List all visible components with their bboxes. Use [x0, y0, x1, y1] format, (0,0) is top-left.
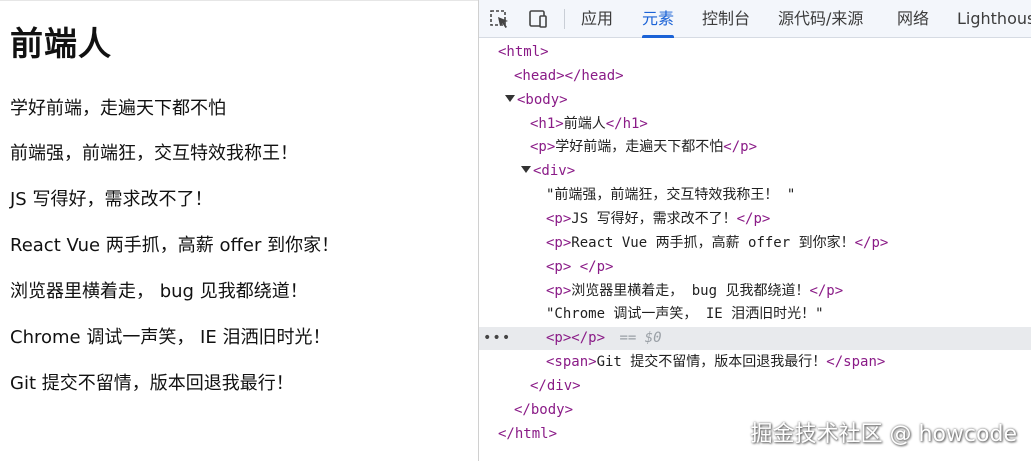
dom-text-node[interactable]: "前端强，前端狂，交互特效我称王！ " [479, 184, 1031, 207]
node-text: 学好前端，走遍天下都不怕 [555, 139, 724, 155]
tag-text: <body> [517, 92, 568, 108]
tag-text: <div> [533, 163, 576, 179]
paragraph-2: 前端强，前端狂，交互特效我称王！ [10, 143, 298, 164]
tag-open: <p> [546, 235, 572, 251]
paragraph-3: JS 写得好，需求改不了！ [10, 189, 213, 210]
expand-triangle-icon[interactable] [505, 94, 515, 102]
tag-close: </p> [854, 235, 889, 251]
selected-node-marker: == $0 [619, 330, 662, 346]
tag-close: </p> [571, 330, 606, 346]
dom-node-body-open[interactable]: <body> [479, 89, 1031, 112]
tab-console[interactable]: 控制台 [702, 0, 750, 38]
tag-text: </body> [514, 402, 574, 418]
node-text: "前端强，前端狂，交互特效我称王！ " [546, 187, 796, 203]
tab-network[interactable]: 网络 [897, 0, 929, 38]
dom-node-div-close[interactable]: </div> [479, 375, 1031, 398]
tag-close: </span> [826, 354, 886, 370]
paragraph-1: 学好前端，走遍天下都不怕 [10, 98, 226, 119]
dom-node-p[interactable]: <p>React Vue 两手抓，高薪 offer 到你家！</p> [479, 232, 1031, 255]
dom-node-h1[interactable]: <h1>前端人</h1> [479, 113, 1031, 136]
paragraph-5: 浏览器里横着走， bug 见我都绕道！ [10, 281, 308, 302]
tag-text: <head></head> [514, 68, 624, 84]
dom-node-head[interactable]: <head></head> [479, 65, 1031, 88]
node-text: 浏览器里横着走， bug 见我都绕道！ [571, 283, 810, 299]
inspect-element-icon[interactable] [489, 9, 511, 29]
tag-text: </div> [530, 378, 581, 394]
span-text: Git 提交不留情，版本回退我最行！ [10, 373, 294, 394]
tag-open: <p> [546, 283, 572, 299]
paragraph-4: React Vue 两手抓，高薪 offer 到你家！ [10, 235, 340, 256]
tag-close: </p> [736, 211, 771, 227]
tag-open: <p> [546, 259, 572, 275]
more-options-icon[interactable]: ••• [483, 327, 511, 350]
tab-application[interactable]: 应用 [581, 0, 613, 38]
node-text: 前端人 [563, 116, 606, 132]
tag-text: </html> [498, 426, 558, 442]
devtools-panel: 应用 元素 控制台 源代码/来源 网络 Lighthouse <html> <h… [478, 0, 1031, 461]
tag-close: </p> [809, 283, 844, 299]
dom-tree: <html> <head></head> <body> <h1>前端人</h1>… [479, 38, 1031, 461]
tag-open: <span> [546, 354, 597, 370]
tab-elements[interactable]: 元素 [642, 0, 675, 38]
tag-open: <p> [530, 139, 556, 155]
tag-close: </p> [579, 259, 614, 275]
tag-close: </h1> [605, 116, 648, 132]
node-text: JS 写得好，需求改不了！ [571, 211, 737, 227]
dom-node-div-open[interactable]: <div> [479, 160, 1031, 183]
toolbar-divider [564, 9, 565, 29]
devtools-toolbar: 应用 元素 控制台 源代码/来源 网络 Lighthouse [479, 0, 1031, 38]
paragraph-6: Chrome 调试一声笑， IE 泪洒旧时光！ [10, 327, 331, 348]
node-text: React Vue 两手抓，高薪 offer 到你家！ [571, 235, 855, 251]
node-text: Git 提交不留情，版本回退我最行！ [596, 354, 827, 370]
watermark: 掘金技术社区 @ howcode [750, 422, 1017, 447]
node-text [571, 259, 579, 275]
dom-node-p-selected[interactable]: ••• <p></p> == $0 [479, 327, 1031, 350]
dom-node-p[interactable]: <p>浏览器里横着走， bug 见我都绕道！</p> [479, 280, 1031, 303]
dom-node-p[interactable]: <p>学好前端，走遍天下都不怕</p> [479, 136, 1031, 159]
dom-node-html-open[interactable]: <html> [479, 41, 1031, 64]
dom-text-node[interactable]: "Chrome 调试一声笑， IE 泪洒旧时光！" [479, 303, 1031, 326]
tag-close: </p> [723, 139, 758, 155]
tag-open: <h1> [530, 116, 564, 132]
dom-node-span[interactable]: <span>Git 提交不留情，版本回退我最行！</span> [479, 351, 1031, 374]
dom-node-p[interactable]: <p> </p> [479, 256, 1031, 279]
page-heading: 前端人 [10, 24, 112, 63]
expand-triangle-icon[interactable] [521, 165, 531, 173]
tag-open: <p> [546, 211, 572, 227]
tag-text: <html> [498, 44, 549, 60]
tab-lighthouse[interactable]: Lighthouse [957, 0, 1031, 38]
device-toolbar-icon[interactable] [527, 9, 549, 29]
dom-node-p[interactable]: <p>JS 写得好，需求改不了！</p> [479, 208, 1031, 231]
tab-sources[interactable]: 源代码/来源 [778, 0, 863, 38]
node-text: "Chrome 调试一声笑， IE 泪洒旧时光！" [546, 306, 824, 322]
page-preview: 前端人 学好前端，走遍天下都不怕 前端强，前端狂，交互特效我称王！ JS 写得好… [0, 0, 478, 461]
tag-open: <p> [546, 330, 572, 346]
